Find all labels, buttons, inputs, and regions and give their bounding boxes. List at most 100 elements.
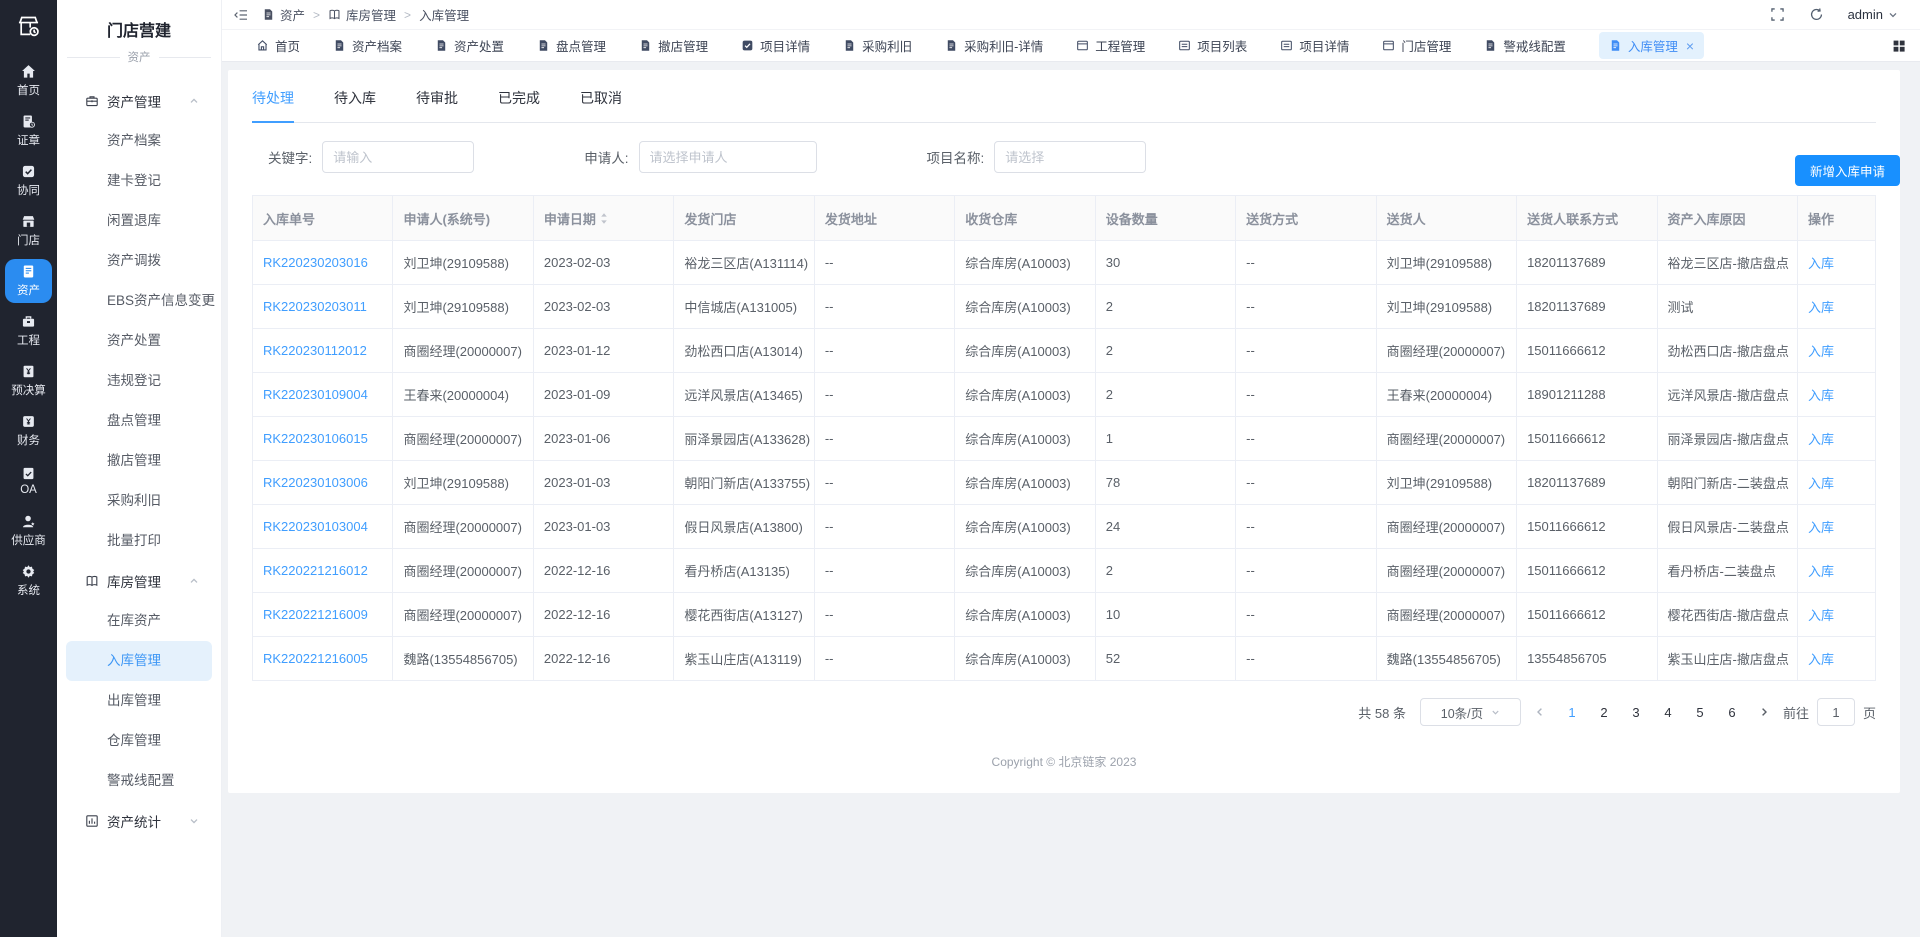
menu-group-库房管理[interactable]: 库房管理 — [57, 561, 221, 601]
collapse-sidebar-icon[interactable] — [234, 8, 248, 22]
inbound-order-link[interactable]: RK220221216005 — [263, 651, 368, 666]
fullscreen-icon[interactable] — [1770, 7, 1785, 22]
page-button-3[interactable]: 3 — [1623, 699, 1649, 725]
menu-item-盘点管理[interactable]: 盘点管理 — [57, 401, 221, 441]
inbound-action-link[interactable]: 入库 — [1808, 476, 1834, 491]
subtab-已取消[interactable]: 已取消 — [580, 88, 622, 122]
app-logo[interactable] — [15, 13, 42, 45]
page-button-4[interactable]: 4 — [1655, 699, 1681, 725]
tab-门店管理[interactable]: 门店管理 — [1382, 32, 1451, 59]
menu-item-资产处置[interactable]: 资产处置 — [57, 321, 221, 361]
table-cell: 18901211288 — [1517, 373, 1657, 417]
menu-item-违规登记[interactable]: 违规登记 — [57, 361, 221, 401]
tab-盘点管理[interactable]: 盘点管理 — [537, 32, 606, 59]
rail-item-协同[interactable]: 协同 — [5, 159, 52, 203]
file-icon — [1609, 39, 1622, 52]
rail-item-供应商[interactable]: 供应商 — [5, 509, 52, 553]
rail-item-门店[interactable]: 门店 — [5, 209, 52, 253]
tab-警戒线配置[interactable]: 警戒线配置 — [1484, 32, 1566, 59]
menu-item-仓库管理[interactable]: 仓库管理 — [57, 721, 221, 761]
inbound-action-link[interactable]: 入库 — [1808, 388, 1834, 403]
subtab-待审批[interactable]: 待审批 — [416, 88, 458, 122]
rail-item-工程[interactable]: 工程 — [5, 309, 52, 353]
inbound-action-link[interactable]: 入库 — [1808, 300, 1834, 315]
menu-item-批量打印[interactable]: 批量打印 — [57, 521, 221, 561]
inbound-action-link[interactable]: 入库 — [1808, 564, 1834, 579]
page-button-2[interactable]: 2 — [1591, 699, 1617, 725]
subtab-待处理[interactable]: 待处理 — [252, 88, 294, 123]
breadcrumb-item-入库管理[interactable]: 入库管理 — [419, 5, 469, 24]
menu-item-资产档案[interactable]: 资产档案 — [57, 121, 221, 161]
refresh-icon[interactable] — [1809, 7, 1824, 22]
table-row: RK220230203011刘卫坤(29109588)2023-02-03中信城… — [253, 285, 1876, 329]
inbound-action-link[interactable]: 入库 — [1808, 344, 1834, 359]
close-icon[interactable]: × — [1686, 39, 1694, 53]
goto-page-input[interactable] — [1817, 698, 1855, 726]
page-size-select[interactable]: 10条/页 — [1420, 698, 1521, 726]
inbound-order-link[interactable]: RK220230203016 — [263, 255, 368, 270]
table-cell: 商圈经理(20000007) — [1376, 593, 1516, 637]
inbound-action-link[interactable]: 入库 — [1808, 652, 1834, 667]
inbound-order-link[interactable]: RK220221216012 — [263, 563, 368, 578]
menu-item-在库资产[interactable]: 在库资产 — [57, 601, 221, 641]
subtab-已完成[interactable]: 已完成 — [498, 88, 540, 122]
tab-入库管理[interactable]: 入库管理× — [1599, 32, 1704, 59]
tab-项目列表[interactable]: 项目列表 — [1178, 32, 1247, 59]
menu-item-警戒线配置[interactable]: 警戒线配置 — [57, 761, 221, 801]
rail-item-OA[interactable]: OA — [5, 459, 52, 503]
add-inbound-button[interactable]: 新增入库申请 — [1795, 155, 1900, 186]
inbound-order-link[interactable]: RK220230103006 — [263, 475, 368, 490]
menu-group-资产统计[interactable]: 资产统计 — [57, 801, 221, 841]
inbound-order-link[interactable]: RK220230109004 — [263, 387, 368, 402]
rail-item-首页[interactable]: 首页 — [5, 59, 52, 103]
table-cell: 18201137689 — [1517, 285, 1657, 329]
tab-项目详情[interactable]: 项目详情 — [1280, 32, 1349, 59]
tab-options-grid-icon[interactable] — [1892, 39, 1906, 53]
rail-item-证章[interactable]: 证章 — [5, 109, 52, 153]
tab-采购利旧-详情[interactable]: 采购利旧-详情 — [945, 32, 1043, 59]
rail-item-资产[interactable]: 资产 — [5, 259, 52, 303]
inbound-order-link[interactable]: RK220230106015 — [263, 431, 368, 446]
menu-item-EBS资产信息变更[interactable]: EBS资产信息变更 — [57, 281, 221, 321]
menu-item-出库管理[interactable]: 出库管理 — [57, 681, 221, 721]
page-button-6[interactable]: 6 — [1719, 699, 1745, 725]
prev-page-icon[interactable] — [1535, 707, 1545, 717]
page-button-1[interactable]: 1 — [1559, 699, 1585, 725]
tab-首页[interactable]: 首页 — [256, 32, 300, 59]
next-page-icon[interactable] — [1759, 707, 1769, 717]
rail-item-系统[interactable]: 系统 — [5, 559, 52, 603]
tab-工程管理[interactable]: 工程管理 — [1076, 32, 1145, 59]
tab-项目详情[interactable]: 项目详情 — [741, 32, 810, 59]
menu-item-撤店管理[interactable]: 撤店管理 — [57, 441, 221, 481]
tab-资产档案[interactable]: 资产档案 — [333, 32, 402, 59]
rail-item-财务[interactable]: 财务 — [5, 409, 52, 453]
table-cell: 劲松西口店(A13014) — [674, 329, 814, 373]
inbound-action-link[interactable]: 入库 — [1808, 608, 1834, 623]
column-申请日期[interactable]: 申请日期 — [533, 196, 673, 241]
inbound-action-link[interactable]: 入库 — [1808, 432, 1834, 447]
inbound-order-link[interactable]: RK220230103004 — [263, 519, 368, 534]
inbound-order-link[interactable]: RK220230203011 — [263, 299, 367, 314]
inbound-action-link[interactable]: 入库 — [1808, 520, 1834, 535]
menu-item-采购利旧[interactable]: 采购利旧 — [57, 481, 221, 521]
menu-item-建卡登记[interactable]: 建卡登记 — [57, 161, 221, 201]
menu-group-资产管理[interactable]: 资产管理 — [57, 81, 221, 121]
page-button-5[interactable]: 5 — [1687, 699, 1713, 725]
inbound-order-link[interactable]: RK220221216009 — [263, 607, 368, 622]
tab-采购利旧[interactable]: 采购利旧 — [843, 32, 912, 59]
keyword-input[interactable] — [322, 141, 474, 173]
subtab-待入库[interactable]: 待入库 — [334, 88, 376, 122]
inbound-action-link[interactable]: 入库 — [1808, 256, 1834, 271]
applicant-input[interactable] — [639, 141, 817, 173]
menu-item-入库管理[interactable]: 入库管理 — [66, 641, 212, 681]
tab-撤店管理[interactable]: 撤店管理 — [639, 32, 708, 59]
project-name-input[interactable] — [994, 141, 1146, 173]
breadcrumb-item-库房管理[interactable]: 库房管理 — [328, 5, 396, 24]
breadcrumb-item-资产[interactable]: 资产 — [262, 5, 305, 24]
inbound-order-link[interactable]: RK220230112012 — [263, 343, 367, 358]
tab-资产处置[interactable]: 资产处置 — [435, 32, 504, 59]
rail-item-预决算[interactable]: 预决算 — [5, 359, 52, 403]
user-menu[interactable]: admin — [1848, 7, 1898, 22]
menu-item-资产调拨[interactable]: 资产调拨 — [57, 241, 221, 281]
menu-item-闲置退库[interactable]: 闲置退库 — [57, 201, 221, 241]
